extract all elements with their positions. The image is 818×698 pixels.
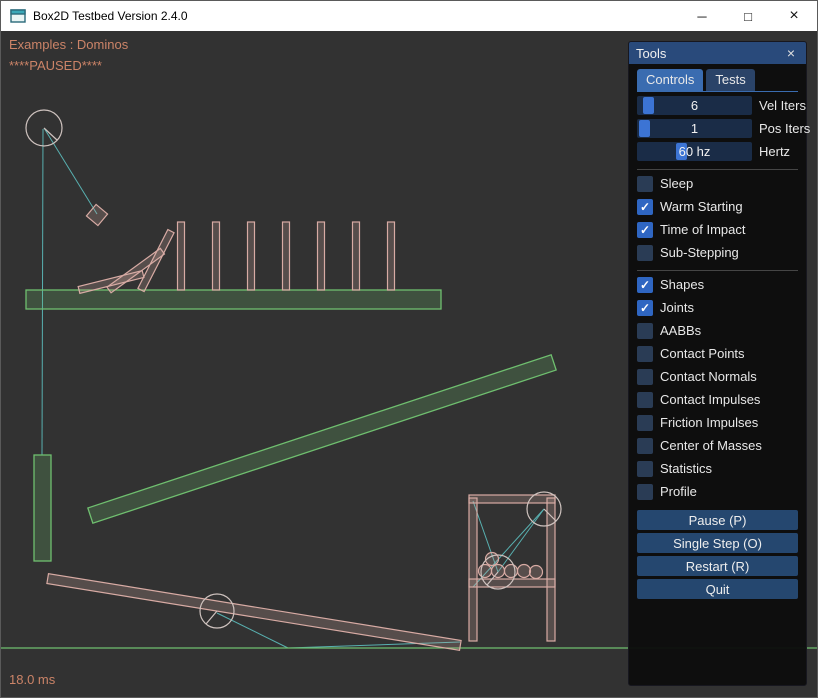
checkbox-label: Shapes [660,277,704,292]
checkbox-label: Sub-Stepping [660,245,739,260]
domino-shelf [26,290,441,309]
slider-label: Vel Iters [759,98,806,113]
slider-label: Hertz [759,144,790,159]
checkbox-section: Sleep ✓ Warm Starting ✓ Time of Impact Sub-St… [637,169,798,501]
checkbox-label: Contact Points [660,346,745,361]
checkbox-warm-starting[interactable]: ✓ Warm Starting [637,197,798,216]
quit-button[interactable]: Quit [637,579,798,599]
pos-iters-row: 1 Pos Iters [637,119,798,138]
checkbox-label: Sleep [660,176,693,191]
checkbox-box[interactable] [637,323,653,339]
app-window: Box2D Testbed Version 2.4.0 ─ □ × [0,0,818,698]
checkbox-contact-points[interactable]: Contact Points [637,344,798,363]
slider-value: 60 hz [637,142,752,161]
checkbox-label: Statistics [660,461,712,476]
checkbox-statistics[interactable]: Statistics [637,459,798,478]
tab-controls[interactable]: Controls [637,69,703,91]
checkbox-profile[interactable]: Profile [637,482,798,501]
hertz-slider[interactable]: 60 hz [637,142,752,161]
checkbox-joints[interactable]: ✓ Joints [637,298,798,317]
seesaw-plank [47,574,461,651]
checkbox-label: Contact Impulses [660,392,760,407]
checkbox-shapes[interactable]: ✓ Shapes [637,275,798,294]
slider-value: 6 [637,96,752,115]
checkbox-checked-icon[interactable]: ✓ [637,300,653,316]
checkbox-time-of-impact[interactable]: ✓ Time of Impact [637,220,798,239]
dynamic-bodies [47,204,555,650]
checkbox-aabbs[interactable]: AABBs [637,321,798,340]
checkbox-box[interactable] [637,415,653,431]
checkbox-box[interactable] [637,484,653,500]
tools-panel: Tools × ControlsTests 6 Vel Iters 1 Pos … [628,41,807,686]
tab-bar: ControlsTests [637,67,798,92]
checkbox-label: Warm Starting [660,199,743,214]
circle-bodies [26,110,561,628]
app-icon [10,8,26,24]
example-label: Examples : Dominos [9,37,128,52]
panel-body: ControlsTests 6 Vel Iters 1 Pos Iters [629,64,806,599]
checkbox-checked-icon[interactable]: ✓ [637,199,653,215]
checkbox-box[interactable] [637,245,653,261]
checkbox-friction-impulses[interactable]: Friction Impulses [637,413,798,432]
tab-tests[interactable]: Tests [706,69,754,91]
pos-iters-slider[interactable]: 1 [637,119,752,138]
pendulum-box [86,204,107,225]
close-button[interactable]: × [771,1,817,31]
checkbox-checked-icon[interactable]: ✓ [637,277,653,293]
panel-title-bar[interactable]: Tools × [629,42,806,64]
checkbox-contact-normals[interactable]: Contact Normals [637,367,798,386]
left-post [34,455,51,561]
checkbox-box[interactable] [637,176,653,192]
restart-r-button[interactable]: Restart (R) [637,556,798,576]
checkbox-label: Friction Impulses [660,415,758,430]
panel-close-icon[interactable]: × [783,45,799,61]
title-bar[interactable]: Box2D Testbed Version 2.4.0 ─ □ × [1,1,817,31]
maximize-button[interactable]: □ [725,1,771,31]
checkbox-center-of-masses[interactable]: Center of Masses [637,436,798,455]
checkbox-box[interactable] [637,346,653,362]
paused-label: ****PAUSED**** [9,58,102,73]
separator [637,169,798,170]
pause-p-button[interactable]: Pause (P) [637,510,798,530]
checkbox-checked-icon[interactable]: ✓ [637,222,653,238]
minimize-button[interactable]: ─ [679,1,725,31]
checkbox-label: Contact Normals [660,369,757,384]
window-controls: ─ □ × [679,1,817,31]
separator [637,270,798,271]
panel-buttons: Pause (P) Single Step (O) Restart (R) Quit [637,510,798,599]
checkbox-label: Center of Masses [660,438,762,453]
checkbox-box[interactable] [637,461,653,477]
checkbox-box[interactable] [637,392,653,408]
checkbox-label: Time of Impact [660,222,745,237]
checkbox-label: Joints [660,300,694,315]
vel-iters-row: 6 Vel Iters [637,96,798,115]
window-title: Box2D Testbed Version 2.4.0 [33,9,188,23]
hertz-row: 60 hz Hertz [637,142,798,161]
checkbox-sleep[interactable]: Sleep [637,174,798,193]
slider-label: Pos Iters [759,121,810,136]
checkbox-box[interactable] [637,369,653,385]
checkbox-label: Profile [660,484,697,499]
single-step-o-button[interactable]: Single Step (O) [637,533,798,553]
checkbox-sub-stepping[interactable]: Sub-Stepping [637,243,798,262]
vel-iters-slider[interactable]: 6 [637,96,752,115]
slider-value: 1 [637,119,752,138]
checkbox-box[interactable] [637,438,653,454]
panel-title: Tools [636,46,666,61]
checkbox-contact-impulses[interactable]: Contact Impulses [637,390,798,409]
frame-time-label: 18.0 ms [9,672,55,687]
checkbox-label: AABBs [660,323,701,338]
